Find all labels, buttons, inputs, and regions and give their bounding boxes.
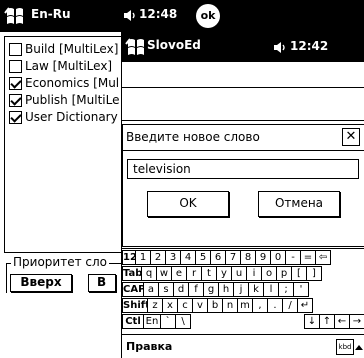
speaker-icon[interactable] xyxy=(123,9,137,22)
key[interactable]: Shift xyxy=(122,298,148,313)
list-item[interactable]: Economics [Mul xyxy=(9,75,123,91)
dictionary-checkbox[interactable] xyxy=(9,94,22,107)
key[interactable]: i xyxy=(246,266,262,281)
back-clock[interactable]: 12:48 xyxy=(139,7,177,21)
key[interactable]: ] xyxy=(306,266,322,281)
soft-keyboard: 1231234567890-=⇦Tabqwertyuiop[]CAPasdfgh… xyxy=(122,248,364,333)
key[interactable]: m xyxy=(237,298,253,313)
key[interactable]: Tab xyxy=(122,266,142,281)
key[interactable]: 9 xyxy=(255,250,271,265)
keyboard-icon[interactable]: kbd xyxy=(336,339,354,355)
back-title-bar: En-Ru 12:48 ok xyxy=(0,0,364,32)
menu-bar: Правка kbd xyxy=(122,334,364,358)
key[interactable]: o xyxy=(261,266,277,281)
windows-start-icon[interactable] xyxy=(4,5,26,27)
key[interactable]: ↵ xyxy=(297,298,313,313)
list-item[interactable]: Build [MultiLex] xyxy=(9,41,123,57)
front-title-bar: SlovoEd 12:42 xyxy=(122,32,364,62)
dictionary-list[interactable]: Build [MultiLex] Law [MultiLex] Economic… xyxy=(4,36,124,253)
dictionary-checkbox[interactable] xyxy=(9,43,22,56)
move-down-button[interactable]: В xyxy=(88,274,116,292)
divider xyxy=(122,120,364,121)
new-word-dialog: Введите новое слово ✕ television OK Отме… xyxy=(122,124,364,247)
edit-menu[interactable]: Правка xyxy=(126,340,172,353)
key[interactable]: ' xyxy=(293,282,309,297)
close-icon[interactable]: ✕ xyxy=(342,128,360,146)
key[interactable]: e xyxy=(171,266,187,281)
key[interactable]: s xyxy=(158,282,174,297)
key[interactable]: w xyxy=(156,266,172,281)
key[interactable]: / xyxy=(282,298,298,313)
key[interactable]: ⇦ xyxy=(315,250,331,265)
key[interactable]: CAP xyxy=(122,282,144,297)
key[interactable]: j xyxy=(233,282,249,297)
key[interactable]: . xyxy=(267,298,283,313)
new-word-input[interactable]: television xyxy=(127,159,359,179)
key[interactable]: 4 xyxy=(180,250,196,265)
key[interactable]: l xyxy=(263,282,279,297)
cancel-button[interactable]: Отмена xyxy=(258,191,340,217)
key[interactable]: k xyxy=(248,282,264,297)
input-panel-arrow-icon[interactable] xyxy=(355,345,363,350)
key[interactable]: 8 xyxy=(240,250,256,265)
key[interactable]: f xyxy=(188,282,204,297)
key[interactable]: 123 xyxy=(122,250,136,265)
dictionary-checkbox[interactable] xyxy=(9,60,22,73)
key[interactable]: d xyxy=(173,282,189,297)
key[interactable]: ; xyxy=(278,282,294,297)
ok-button[interactable]: OK xyxy=(147,191,229,217)
key[interactable]: b xyxy=(207,298,223,313)
list-item[interactable]: Publish [MultiLe xyxy=(9,92,123,108)
key[interactable]: n xyxy=(222,298,238,313)
key[interactable]: 7 xyxy=(225,250,241,265)
divider xyxy=(122,87,364,88)
priority-label: Приоритет сло xyxy=(11,255,109,269)
key[interactable]: q xyxy=(141,266,157,281)
list-item[interactable]: Law [MultiLex] xyxy=(9,58,123,74)
key[interactable]: - xyxy=(285,250,301,265)
key[interactable]: ↑ xyxy=(319,314,335,329)
key[interactable]: p xyxy=(276,266,292,281)
speaker-icon[interactable] xyxy=(273,41,287,54)
key[interactable]: t xyxy=(201,266,217,281)
key[interactable]: v xyxy=(192,298,208,313)
dialog-title-bar: Введите новое слово xyxy=(123,125,364,151)
key[interactable]: 0 xyxy=(270,250,286,265)
key[interactable]: 2 xyxy=(150,250,166,265)
key[interactable]: 6 xyxy=(210,250,226,265)
ok-round-button[interactable]: ok xyxy=(196,4,220,28)
front-clock[interactable]: 12:42 xyxy=(290,39,328,53)
back-window-title: En-Ru xyxy=(31,7,71,21)
key[interactable]: En xyxy=(143,314,161,329)
dictionary-checkbox[interactable] xyxy=(9,77,22,90)
key[interactable]: Ctl xyxy=(122,314,144,329)
key[interactable]: h xyxy=(218,282,234,297)
key[interactable]: 3 xyxy=(165,250,181,265)
key[interactable]: = xyxy=(300,250,316,265)
key[interactable]: → xyxy=(349,314,364,329)
front-window-title: SlovoEd xyxy=(147,38,201,52)
key[interactable]: 1 xyxy=(135,250,151,265)
dialog-title: Введите новое слово xyxy=(126,130,260,144)
front-window: SlovoEd 12:42 Введите новое слово ✕ tele… xyxy=(121,32,364,358)
key[interactable]: x xyxy=(162,298,178,313)
dictionary-checkbox[interactable] xyxy=(9,111,22,124)
key[interactable]: g xyxy=(203,282,219,297)
key[interactable]: z xyxy=(147,298,163,313)
move-up-button[interactable]: Вверх xyxy=(10,274,72,292)
list-item[interactable]: User Dictionary xyxy=(9,109,123,125)
key[interactable]: , xyxy=(252,298,268,313)
key[interactable]: c xyxy=(177,298,193,313)
key[interactable]: 5 xyxy=(195,250,211,265)
key[interactable]: ` xyxy=(160,314,176,329)
key[interactable]: \ xyxy=(175,314,191,329)
key[interactable]: ↓ xyxy=(304,314,320,329)
key[interactable]: u xyxy=(231,266,247,281)
key[interactable]: [ xyxy=(291,266,307,281)
key[interactable]: ← xyxy=(334,314,350,329)
key[interactable]: a xyxy=(143,282,159,297)
key[interactable]: r xyxy=(186,266,202,281)
key[interactable]: y xyxy=(216,266,232,281)
windows-start-icon[interactable] xyxy=(125,36,147,58)
